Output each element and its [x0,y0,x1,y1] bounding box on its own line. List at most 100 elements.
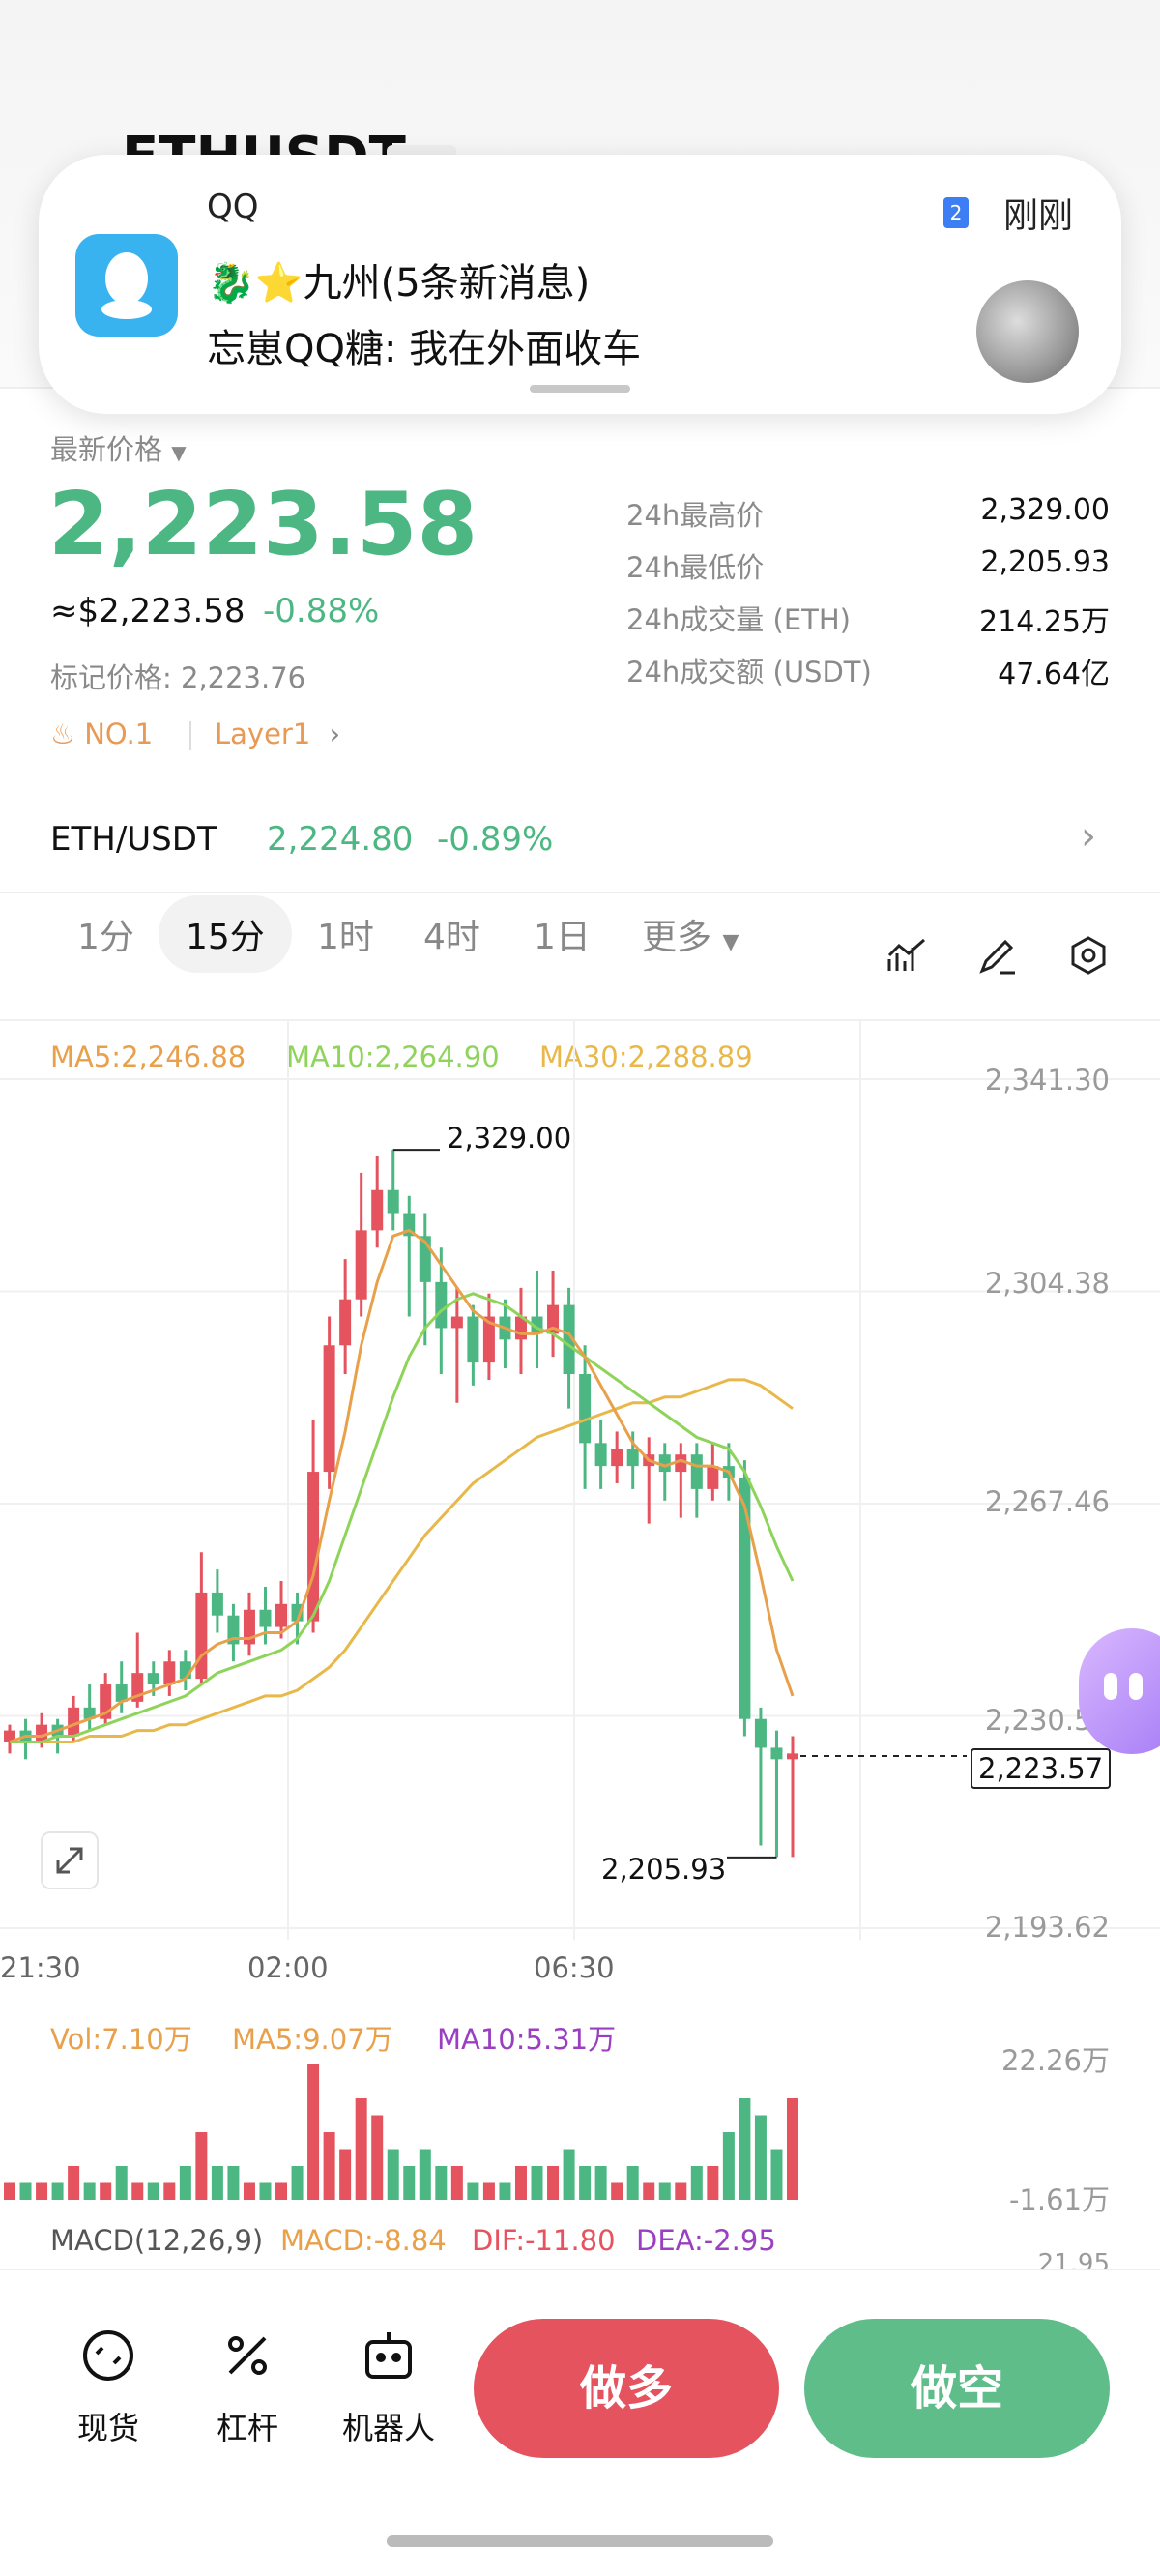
candle-body [594,1443,607,1467]
notification-app-name: QQ [207,188,259,226]
volume-bar [19,2182,32,2200]
stat-label-turnover: 24h成交额 (USDT) [626,656,872,688]
volume-bar [36,2182,48,2200]
category-text: Layer1 [215,717,311,750]
expand-chart-button[interactable] [41,1831,99,1889]
candle-body [355,1230,367,1300]
high-price-label: 2,329.00 [447,1122,572,1155]
category-tag[interactable]: Layer1 › [215,717,340,750]
candle-body [147,1673,160,1685]
tab-more[interactable]: 更多 ▼ [642,909,739,959]
candle-body [195,1592,208,1680]
price-change: -0.88% [263,592,380,630]
volume-bar [115,2166,128,2200]
robot-nav[interactable]: 机器人 [321,2325,456,2460]
ma5-line [9,1228,795,1743]
candle-body [770,1747,783,1760]
assistant-eye-icon [1129,1673,1143,1700]
volume-bar [227,2166,240,2200]
section-divider [0,892,1160,893]
rank-text: NO.1 [84,717,154,750]
tab-1m[interactable]: 1分 [77,909,134,959]
volume-bar [482,2182,495,2200]
qq-notification[interactable]: QQ 2 刚刚 🐉⭐九州(5条新消息) 忘崽QQ糖: 我在外面收车 [39,155,1121,414]
percent-icon [228,2336,267,2375]
volume-bar [722,2132,735,2200]
y-tick-2: 2,304.38 [984,1267,1110,1300]
draw-pen-icon[interactable] [976,934,1019,981]
volume-bar [626,2166,639,2200]
tab-1h[interactable]: 1时 [317,909,374,959]
settings-gear-icon[interactable] [1067,934,1110,981]
volume-bar [467,2182,479,2200]
mark-price: 标记价格: 2,223.76 [50,661,306,694]
spot-nav-label: 现货 [76,2410,139,2446]
spot-nav[interactable]: 现货 [41,2325,176,2460]
leverage-nav[interactable]: 杠杆 [180,2325,315,2460]
volume-bar [147,2182,160,2200]
volume-bar [339,2149,352,2200]
volume-bar [323,2132,335,2200]
stat-label-high: 24h最高价 [626,499,765,532]
volume-bar [594,2166,607,2200]
candle-body [163,1661,176,1685]
volume-bar [83,2182,96,2200]
volume-bar [675,2182,687,2200]
candle-body [467,1316,479,1363]
candle-body [739,1478,751,1719]
volume-bar [179,2166,191,2200]
latest-price-label[interactable]: 最新价格 ▼ [50,427,187,468]
notification-message: 忘崽QQ糖: 我在外面收车 [207,327,642,371]
short-button-label: 做空 [910,2361,1003,2415]
volume-bar [770,2149,783,2200]
volume-bar [211,2166,223,2200]
volume-bar [611,2182,624,2200]
stat-label-volume: 24h成交量 (ETH) [626,603,851,636]
current-price-label: 2,223.57 [971,1748,1112,1789]
expand-icon [56,1847,83,1874]
volume-bar [163,2182,176,2200]
notification-drag-handle[interactable] [530,385,630,393]
stat-label-low: 24h最低价 [626,551,765,584]
tab-4h[interactable]: 4时 [423,909,480,959]
candle-body [339,1299,352,1346]
indicator-icon[interactable] [885,934,928,981]
qq-app-icon [75,234,178,337]
y-tick-3: 2,267.46 [984,1485,1110,1518]
volume-bar [259,2182,272,2200]
volume-bar [307,2064,320,2200]
candle-body [435,1281,448,1329]
y-tick-5: 2,193.62 [984,1911,1110,1944]
long-button[interactable]: 做多 [474,2319,779,2458]
spot-pair-row[interactable]: ETH/USDT 2,224.80 -0.89% › [0,803,1160,880]
spot-price: 2,224.80 [267,820,414,859]
short-button[interactable]: 做空 [804,2319,1110,2458]
spot-exchange-icon [83,2330,133,2381]
volume-bar [787,2098,798,2200]
candle-body [211,1592,223,1616]
volume-bar [643,2182,655,2200]
tab-1d[interactable]: 1日 [534,909,591,959]
volume-bar [514,2166,527,2200]
candle-body [323,1345,335,1473]
tab-15m[interactable]: 15分 [159,895,292,973]
volume-bar [450,2166,463,2200]
candle-body [626,1449,639,1467]
robot-icon [365,2332,412,2379]
dif-value: DIF:-11.80 [472,2224,616,2257]
x-tick-3: 06:30 [534,1951,615,1984]
flame-icon: ♨ [50,717,75,750]
candle-body [450,1316,463,1329]
volume-bar [707,2166,719,2200]
volume-chart[interactable] [0,2050,1160,2205]
chevron-right-icon: › [1081,814,1096,859]
assistant-bubble-button[interactable] [1079,1628,1160,1754]
volume-bar [51,2182,64,2200]
volume-bar [435,2166,448,2200]
home-indicator[interactable] [387,2535,773,2547]
dea-value: DEA:-2.95 [636,2224,776,2257]
rank-badge[interactable]: ♨ NO.1 [50,717,153,750]
volume-bar [371,2115,384,2200]
volume-bar [563,2149,575,2200]
notification-badge-icon: 2 [943,197,969,228]
